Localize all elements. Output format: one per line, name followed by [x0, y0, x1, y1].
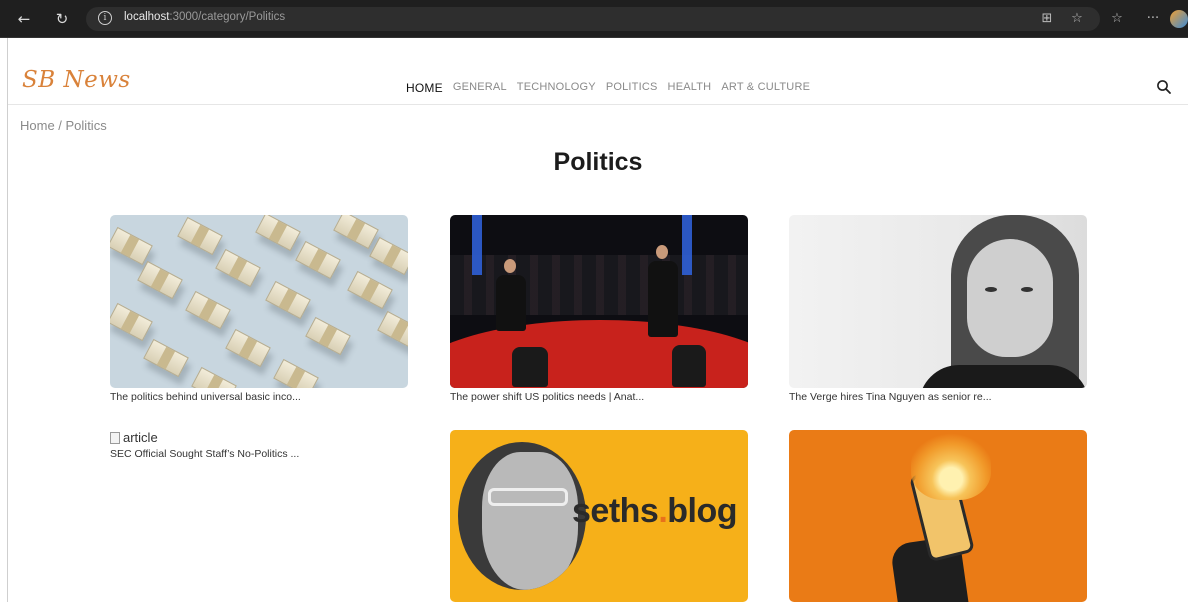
article-card[interactable] [789, 430, 1087, 602]
article-image-phone-fire[interactable] [789, 430, 1087, 602]
broken-image[interactable]: article [110, 430, 408, 445]
article-caption[interactable]: SEC Official Sought Staff’s No-Politics … [110, 448, 408, 460]
browser-toolbar: ← ↻ i localhost:3000/category/Politics ⊞… [0, 0, 1188, 38]
article-image-portrait[interactable] [789, 215, 1087, 388]
nav-technology[interactable]: TECHNOLOGY [517, 81, 596, 95]
nav-politics[interactable]: POLITICS [606, 81, 658, 95]
article-card[interactable]: The politics behind universal basic inco… [110, 215, 408, 403]
breadcrumb[interactable]: Home / Politics [20, 118, 107, 133]
address-bar[interactable]: i localhost:3000/category/Politics [86, 7, 1100, 31]
nav-home[interactable]: HOME [406, 81, 443, 95]
nav-art-culture[interactable]: ART & CULTURE [721, 81, 810, 95]
star-icon[interactable]: ☆ [1068, 10, 1086, 28]
article-image-seths-blog[interactable]: seths.blog [450, 430, 748, 602]
seths-blog-logo-text: seths.blog [572, 492, 738, 530]
nav-health[interactable]: HEALTH [668, 81, 712, 95]
nav-general[interactable]: GENERAL [453, 81, 507, 95]
broken-image-icon [110, 431, 120, 444]
back-icon[interactable]: ← [14, 9, 34, 29]
main-nav: HOME GENERAL TECHNOLOGY POLITICS HEALTH … [406, 81, 810, 95]
page-title: Politics [553, 148, 643, 176]
article-caption[interactable]: The Verge hires Tina Nguyen as senior re… [789, 391, 1087, 403]
article-image-stage-talk[interactable] [450, 215, 748, 388]
article-card[interactable]: The power shift US politics needs | Anat… [450, 215, 748, 403]
article-card[interactable]: The Verge hires Tina Nguyen as senior re… [789, 215, 1087, 403]
header-divider [8, 104, 1188, 105]
article-card[interactable]: seths.blog [450, 430, 748, 602]
site-logo[interactable]: SB News [22, 67, 131, 93]
url-text: localhost:3000/category/Politics [124, 11, 286, 23]
edge-profile-icon[interactable] [1170, 10, 1188, 28]
favorites-icon[interactable]: ☆ [1108, 10, 1126, 28]
refresh-icon[interactable]: ↻ [52, 9, 72, 29]
broken-image-alt: article [123, 430, 158, 445]
info-icon[interactable]: i [98, 11, 112, 25]
more-icon[interactable]: ··· [1144, 10, 1162, 28]
search-icon[interactable] [1156, 79, 1172, 95]
article-image-money-stacks[interactable] [110, 215, 408, 388]
article-caption[interactable]: The politics behind universal basic inco… [110, 391, 408, 403]
article-caption[interactable]: The power shift US politics needs | Anat… [450, 391, 748, 403]
app-grid-icon[interactable]: ⊞ [1038, 10, 1056, 28]
article-card[interactable]: article SEC Official Sought Staff’s No-P… [110, 430, 408, 460]
